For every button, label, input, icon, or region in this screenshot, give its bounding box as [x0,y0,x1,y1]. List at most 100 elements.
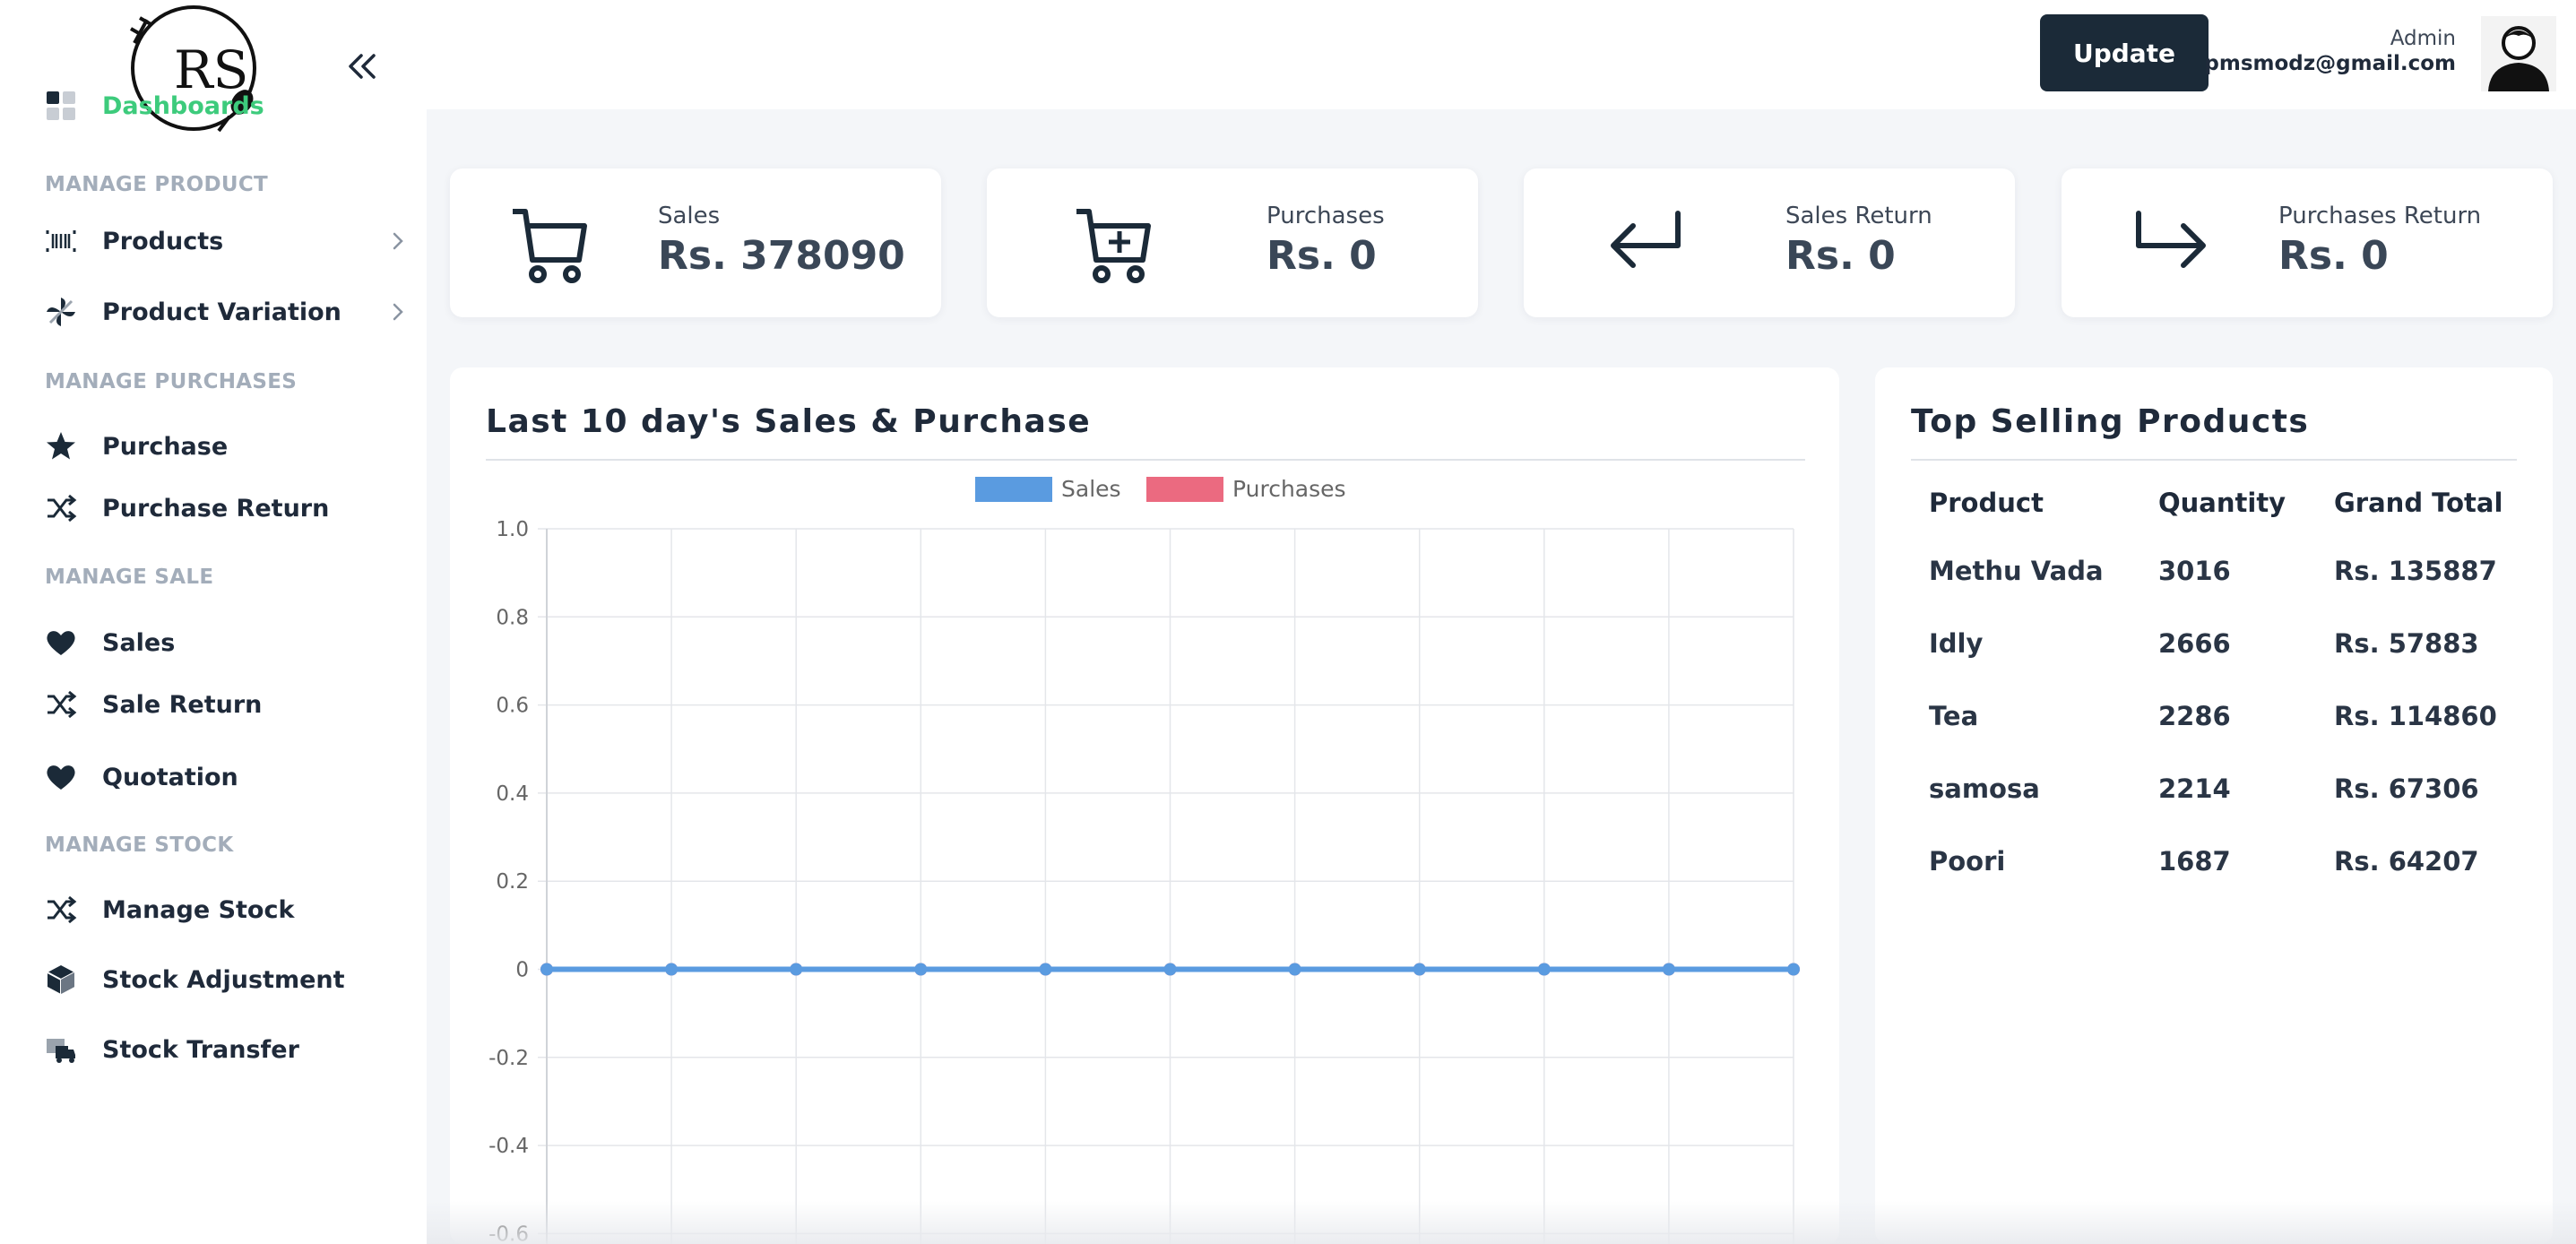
sidebar-item-quotation[interactable]: Quotation [0,748,427,806]
section-manage-product: MANAGE PRODUCT [45,173,268,196]
sidebar-item-product-variation[interactable]: Product Variation [0,283,427,341]
avatar[interactable] [2481,16,2556,91]
sidebar-item-purchase-return[interactable]: Purchase Return [0,479,427,537]
shuffle-icon [45,688,77,721]
heart-icon [45,761,77,793]
data-point-sales [1288,963,1301,976]
y-tick-label: 0 [515,959,529,982]
sidebar-item-sale-return[interactable]: Sale Return [0,676,427,733]
sidebar-item-label: Manage Stock [102,895,295,924]
data-point-sales [540,963,553,976]
y-tick-label: 1.0 [496,518,529,541]
legend-label-sales: Sales [1061,476,1121,502]
stat-card-sales[interactable]: Sales Rs. 378090 [450,168,941,317]
star-icon [45,430,77,462]
expand-chevron[interactable] [387,301,409,323]
table-cell: Rs. 57883 [2334,628,2479,659]
pinwheel-icon [45,296,77,328]
sidebar-item-label: Products [102,227,224,255]
sidebar-item-purchase[interactable]: Purchase [0,418,427,475]
sidebar-item-sales[interactable]: Sales [0,614,427,671]
data-point-sales [1537,963,1551,976]
sidebar-item-label: Dashboards [102,91,264,120]
table-cell: 3016 [2158,556,2231,586]
sidebar-item-stock-transfer[interactable]: Stock Transfer [0,1021,427,1078]
data-point-sales [1039,963,1052,976]
user-email: pmsmodz@gmail.com [2204,52,2456,75]
stat-value: Rs. 0 [2278,233,2389,279]
stat-card-sales-return[interactable]: Sales Return Rs. 0 [1524,168,2015,317]
sidebar-item-stock-adjustment[interactable]: Stock Adjustment [0,951,427,1008]
stat-card-purchases-return[interactable]: Purchases Return Rs. 0 [2062,168,2553,317]
shuffle-icon [45,894,77,926]
stat-label: Sales Return [1785,203,1932,229]
table-cell: Tea [1929,701,1979,731]
expand-chevron[interactable] [387,230,409,252]
table-cell: 1687 [2158,846,2231,877]
y-tick-label: 0.6 [496,695,529,718]
y-tick-label: 0.2 [496,870,529,894]
stat-label: Sales [658,203,721,229]
divider [1911,459,2517,461]
double-chevron-left-icon [349,54,376,79]
sales-purchase-line-chart[interactable]: 1.0 0.8 0.6 0.4 0.2 0 -0.2 -0.4 -0.6 Sales Purchas… [450,367,1839,1244]
column-header-product[interactable]: Product [1929,488,2044,518]
stat-value: Rs. 0 [1785,233,1896,279]
cube-icon [45,963,77,996]
table-cell: Rs. 135887 [2334,556,2497,586]
return-left-icon [1611,211,1681,268]
top-selling-panel: Top Selling Products Product Quantity Gran… [1875,367,2553,1244]
table-cell: 2666 [2158,628,2231,659]
sidebar-item-label: Product Variation [102,298,341,326]
chevron-right-icon [393,303,403,321]
sidebar: RS Dashboards MANAGE PRODUCT Products Produ… [0,0,427,1244]
table-cell: 2214 [2158,773,2231,804]
table-cell: Rs. 67306 [2334,773,2479,804]
data-point-sales [665,963,679,976]
table-cell: 2286 [2158,701,2231,731]
truck-icon [45,1033,77,1066]
data-point-sales [1163,963,1177,976]
grid-icon [45,90,77,122]
section-manage-purchases: MANAGE PURCHASES [45,370,298,393]
stat-card-purchases[interactable]: Purchases Rs. 0 [987,168,1478,317]
cart-icon [513,209,587,283]
barcode-icon [45,225,77,257]
top-selling-title: Top Selling Products [1911,403,2310,440]
sidebar-item-dashboards[interactable]: Dashboards [0,77,427,134]
data-point-sales [1787,963,1800,976]
y-tick-label: 0.8 [496,606,529,629]
sidebar-item-manage-stock[interactable]: Manage Stock [0,881,427,938]
shuffle-icon [45,492,77,524]
data-point-sales [1413,963,1426,976]
sidebar-item-products[interactable]: Products [0,212,427,270]
column-header-grand-total[interactable]: Grand Total [2334,488,2503,518]
stat-label: Purchases Return [2278,203,2482,229]
chevron-right-icon [393,232,403,250]
legend-swatch-sales [975,477,1052,502]
topbar: Update Admin pmsmodz@gmail.com [427,0,2576,109]
heart-icon [45,626,77,659]
section-manage-stock: MANAGE STOCK [45,834,234,857]
update-button[interactable]: Update [2040,14,2209,91]
data-point-sales [790,963,803,976]
table-cell: Poori [1929,846,2006,877]
return-right-icon [2136,211,2206,268]
sales-purchase-chart-panel: Last 10 day's Sales & Purchase 1.0 0.8 0.6… [450,367,1839,1244]
table-cell: samosa [1929,773,2040,804]
user-role: Admin [2390,27,2456,50]
stat-value: Rs. 378090 [658,233,905,279]
y-tick-label: -0.6 [488,1222,529,1244]
legend-swatch-purchases [1146,477,1223,502]
sidebar-item-label: Sales [102,628,176,657]
stat-label: Purchases [1266,203,1385,229]
column-header-quantity[interactable]: Quantity [2158,488,2286,518]
user-avatar-icon [2481,16,2556,91]
sidebar-item-label: Stock Transfer [102,1035,299,1064]
data-point-sales [1662,963,1675,976]
sidebar-item-label: Stock Adjustment [102,965,345,994]
sidebar-item-label: Sale Return [102,690,263,719]
table-cell: Idly [1929,628,1984,659]
cart-plus-icon [1076,209,1151,283]
sidebar-item-label: Purchase [102,432,229,461]
